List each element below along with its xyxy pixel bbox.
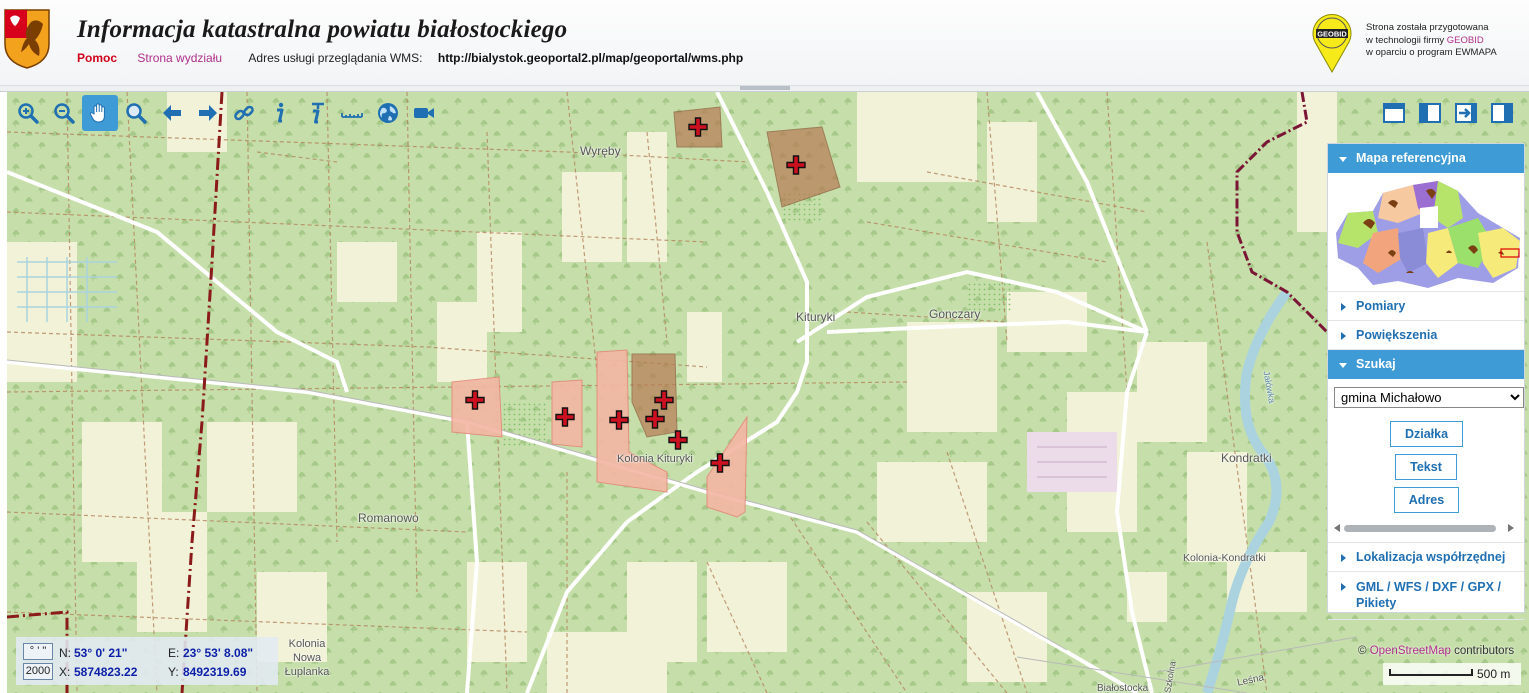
vendor-brand-link[interactable]: GEOBID: [1447, 35, 1484, 46]
page-title: Informacja katastralna powiatu białostoc…: [77, 16, 568, 43]
wms-label: Adres usługi przeglądania WMS:: [248, 51, 423, 65]
coordinates-readout: ° ' " 2000 N: 53° 0' 21" E: 23° 53' 8.08…: [16, 637, 278, 685]
search-text-button[interactable]: Tekst: [1395, 454, 1457, 480]
zoom-in-icon[interactable]: [10, 95, 46, 131]
section-coordinate-location[interactable]: Lokalizacja współrzędnej: [1328, 543, 1524, 572]
forward-arrow-icon[interactable]: [190, 95, 226, 131]
scale-line: [1389, 669, 1473, 676]
zoom-window-icon[interactable]: [118, 95, 154, 131]
panel-toolbar: [1376, 95, 1520, 131]
section-reference-map[interactable]: Mapa referencyjna: [1328, 144, 1524, 173]
e-value: 23° 53' 8.08": [183, 646, 254, 660]
header: Informacja katastralna powiatu białostoc…: [0, 0, 1529, 86]
map-label-kolonia-nowa-luplanka: Kolonia Nowa Łuplanka: [284, 638, 330, 678]
map-label-romanowo: Romanowo: [358, 511, 419, 525]
geobid-logo-text: GEOBID: [1317, 30, 1347, 39]
measure-ruler-icon[interactable]: [334, 95, 370, 131]
section-zooms[interactable]: Powiększenia: [1328, 321, 1524, 350]
map-attribution: © OpenStreetMap contributors: [1358, 645, 1514, 657]
reference-map-image[interactable]: [1328, 173, 1524, 292]
layout-side-icon[interactable]: [1412, 95, 1448, 131]
search-parcel-button[interactable]: Działka: [1390, 421, 1463, 447]
gmina-select[interactable]: gmina Michałowo: [1334, 387, 1524, 408]
section-search[interactable]: Szukaj: [1328, 350, 1524, 379]
zoom-out-icon[interactable]: [46, 95, 82, 131]
panel-right-icon[interactable]: [1484, 95, 1520, 131]
department-link[interactable]: Strona wydziału: [137, 51, 222, 65]
vendor-line-3: w oparciu o program EWMAPA: [1366, 47, 1497, 58]
reference-map[interactable]: [1328, 173, 1524, 292]
header-links: Pomoc Strona wydziału Adres usługi przeg…: [77, 51, 743, 65]
x-label: X:: [59, 665, 71, 679]
section-export[interactable]: GML / WFS / DXF / GPX / Pikiety: [1328, 572, 1524, 620]
map-label-gonczary: Gonczary: [929, 307, 981, 321]
y-value: 8492319.69: [183, 665, 247, 679]
collapse-panel-icon[interactable]: [1448, 95, 1484, 131]
x-value: 5874823.22: [74, 665, 138, 679]
map-toolbar: [10, 95, 442, 131]
map-label-kituryki: Kituryki: [796, 310, 836, 324]
info-extended-icon[interactable]: [298, 95, 334, 131]
vendor-line-2-prefix: w technologii firmy: [1366, 34, 1447, 46]
map-view[interactable]: Wyręby Kituryki Gonczary Kolonia Kituryk…: [7, 92, 1529, 693]
back-arrow-icon[interactable]: [154, 95, 190, 131]
section-measurements[interactable]: Pomiary: [1328, 292, 1524, 321]
video-camera-icon[interactable]: [406, 95, 442, 131]
format-dms-toggle[interactable]: ° ' ": [23, 643, 53, 660]
globe-icon[interactable]: [370, 95, 406, 131]
attribution-suffix: contributors: [1454, 645, 1515, 657]
layout-top-icon[interactable]: [1376, 95, 1412, 131]
geobid-logo[interactable]: GEOBID: [1309, 12, 1355, 74]
format-2000-toggle[interactable]: 2000: [23, 663, 53, 680]
info-icon[interactable]: [262, 95, 298, 131]
side-panel: Mapa referencyjna Pomiary Powiększenia S…: [1327, 143, 1525, 620]
map-label-kondratki: Kondratki: [1221, 451, 1272, 465]
e-label: E:: [168, 646, 180, 660]
osm-link[interactable]: OpenStreetMap: [1370, 645, 1451, 657]
vendor-line-1: Strona została przygotowana: [1366, 22, 1489, 33]
splitter-grip[interactable]: [740, 86, 790, 90]
scroll-right-icon[interactable]: [1508, 524, 1514, 532]
attribution-prefix: ©: [1358, 645, 1367, 657]
pan-hand-icon[interactable]: [82, 95, 118, 131]
coat-of-arms-logo: [4, 9, 50, 69]
link-icon[interactable]: [226, 95, 262, 131]
n-value: 53° 0' 21": [74, 646, 128, 660]
scale-label: 500 m: [1477, 667, 1511, 681]
scroll-left-icon[interactable]: [1334, 524, 1340, 532]
help-link[interactable]: Pomoc: [77, 51, 117, 65]
n-label: N:: [59, 646, 71, 660]
map-basemap: [7, 92, 1529, 693]
search-scrollbar[interactable]: [1332, 524, 1520, 532]
wms-url: http://bialystok.geoportal2.pl/map/geopo…: [437, 51, 744, 65]
search-address-button[interactable]: Adres: [1394, 487, 1459, 513]
vendor-line-2: w technologii firmy GEOBID: [1366, 35, 1497, 48]
search-body: gmina Michałowo Działka Tekst Adres: [1328, 379, 1524, 543]
map-label-bialostocka: Białostocka: [1097, 683, 1149, 693]
scale-bar: 500 m: [1383, 663, 1521, 685]
vendor-info: Strona została przygotowana w technologi…: [1366, 22, 1497, 60]
scroll-thumb[interactable]: [1344, 525, 1496, 532]
map-label-wyreby: Wyręby: [580, 144, 621, 158]
y-label: Y:: [168, 665, 179, 679]
map-label-kolonia-kondratki: Kolonia-Kondratki: [1183, 552, 1266, 564]
map-label-kolonia-kituryki: Kolonia Kituryki: [617, 453, 693, 465]
